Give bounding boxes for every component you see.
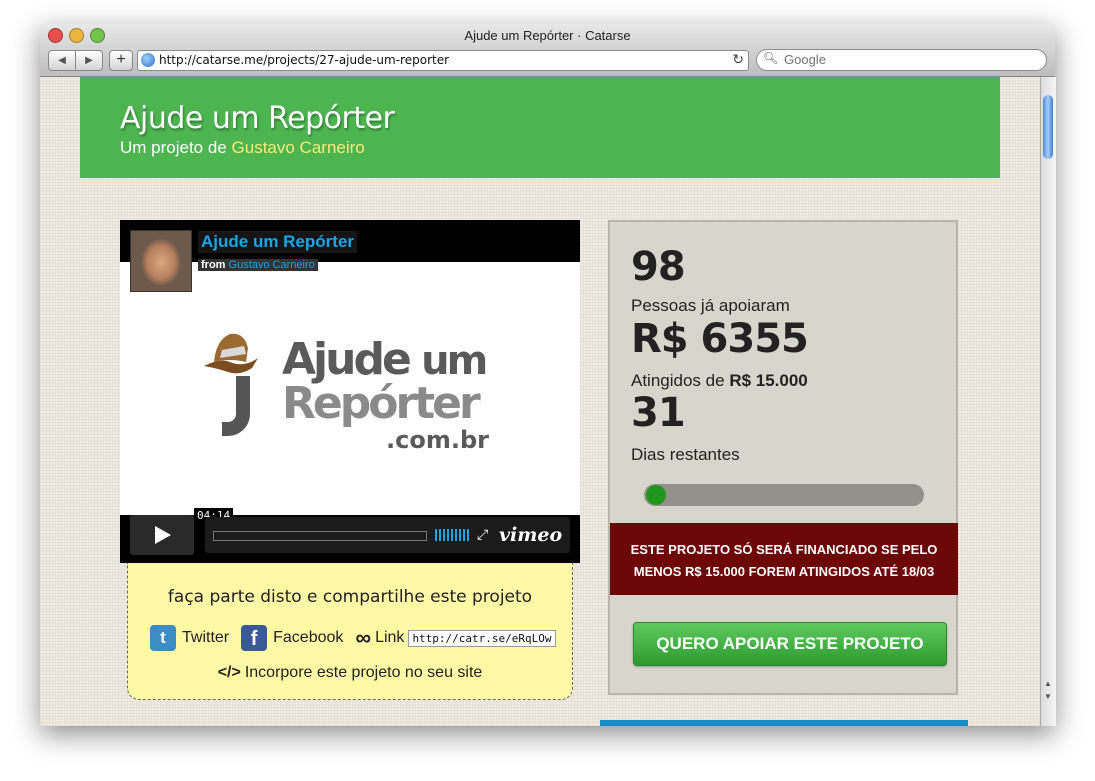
scroll-down-arrow[interactable]: ▼ [1044,692,1052,701]
embed-label[interactable]: Incorpore este projeto no seu site [245,664,482,681]
days-remaining: 31 [631,390,686,436]
forward-button[interactable]: ▶ [76,50,103,71]
days-label: Dias restantes [631,445,740,464]
from-label: from [201,259,226,271]
link-icon: ∞ [355,625,372,650]
next-panel-edge [600,720,968,726]
back-button[interactable]: ◀ [48,50,76,71]
hat-icon [204,333,258,374]
nav-buttons: ◀ ▶ [48,50,103,71]
goal-amount: R$ 15.000 [729,371,808,390]
backers-count: 98 [631,244,686,290]
reload-icon[interactable]: ↻ [732,51,744,68]
embed-link[interactable]: </> Incorpore este projeto no seu site [128,664,572,682]
video-controls: 04:14 ⤢ vimeo [120,508,580,563]
vertical-scrollbar[interactable]: ▲ ▼ [1040,77,1056,726]
facebook-link[interactable]: Facebook [273,629,343,647]
avatar[interactable] [130,230,192,292]
play-button[interactable] [130,515,194,555]
code-icon: </> [217,664,241,681]
subtitle-prefix: Um projeto de [120,138,227,157]
logo-line-2: Repórter [282,378,481,429]
search-icon: 🔍︎ [763,51,779,65]
support-project-button[interactable]: QUERO APOIAR ESTE PROJETO [633,622,947,666]
scroll-up-arrow[interactable]: ▲ [1044,679,1052,688]
share-title: faça parte disto e compartilhe este proj… [167,587,533,607]
project-header: Ajude um Repórter Um projeto de Gustavo … [80,77,1000,178]
vimeo-logo[interactable]: vimeo [499,524,562,546]
add-bookmark-button[interactable]: + [109,50,133,71]
short-link-field[interactable]: http://catr.se/eRqLOw [408,629,556,647]
logo-line-1: Ajude um [282,334,488,385]
link-label: Link [375,629,405,646]
share-links: t Twitter f Facebook ∞ Link http://catr.… [150,625,556,651]
funding-warning-banner: ESTE PROJETO SÓ SERÁ FINANCIADO SE PELO … [610,523,958,595]
project-title: Ajude um Repórter [120,101,395,136]
funding-progress-fill [646,485,666,505]
goal-prefix: Atingidos de [631,371,725,390]
globe-icon [141,53,155,67]
facebook-icon[interactable]: f [241,625,268,651]
logo-hook [222,376,250,436]
project-subtitle: Um projeto de Gustavo Carneiro [120,138,365,158]
video-progress-panel: ⤢ vimeo [205,517,570,553]
share-panel: faça parte disto e compartilhe este proj… [127,563,573,700]
scrollbar-thumb[interactable] [1043,95,1053,159]
backers-label: Pessoas já apoiaram [631,296,790,315]
window-title: Ajude um Repórter · Catarse [464,28,631,43]
title-bar: Ajude um Repórter · Catarse ◀ ▶ + http:/… [40,24,1055,77]
page-content: Ajude um Repórter Um projeto de Gustavo … [40,77,1040,726]
video-player[interactable]: Ajude um Repórter from Gustavo Carneiro … [120,220,580,563]
browser-window: Ajude um Repórter · Catarse ◀ ▶ + http:/… [40,24,1056,726]
twitter-link[interactable]: Twitter [182,629,229,647]
search-field[interactable]: 🔍︎ [756,49,1047,71]
video-byline: from Gustavo Carneiro [198,259,318,271]
video-author-link[interactable]: Gustavo Carneiro [229,259,315,271]
goal-label: Atingidos de R$ 15.000 [631,371,808,391]
seek-bar[interactable] [213,531,427,541]
video-title[interactable]: Ajude um Repórter [198,231,358,253]
pledged-amount: R$ 6355 [631,316,809,362]
volume-control[interactable] [435,529,469,541]
stats-panel: 98 Pessoas já apoiaram R$ 6355 Atingidos… [608,220,958,695]
author-link[interactable]: Gustavo Carneiro [232,138,365,157]
warning-line-2: MENOS R$ 15.000 FOREM ATINGIDOS ATÉ 18/0… [633,564,935,579]
funding-progress-bar [644,484,924,506]
warning-line-1: ESTE PROJETO SÓ SERÁ FINANCIADO SE PELO [630,542,938,557]
logo-line-3: .com.br [386,426,489,454]
twitter-icon[interactable]: t [150,625,176,651]
play-icon [155,526,171,544]
url-text[interactable]: http://catarse.me/projects/27-ajude-um-r… [159,53,449,67]
search-input[interactable] [784,51,1034,67]
fullscreen-icon[interactable]: ⤢ [477,526,488,543]
address-bar[interactable]: http://catarse.me/projects/27-ajude-um-r… [137,50,749,71]
video-logo: Ajude um Repórter .com.br [190,320,510,470]
